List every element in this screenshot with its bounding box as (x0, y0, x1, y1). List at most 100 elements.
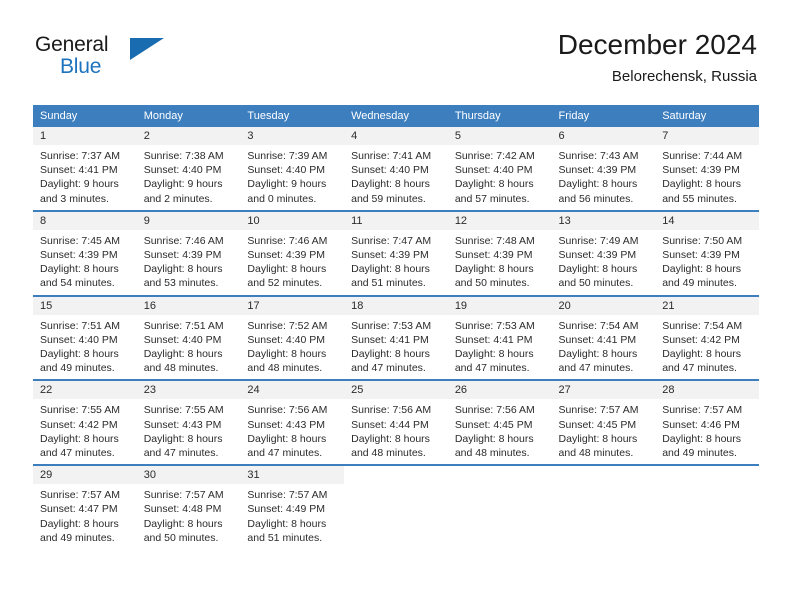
day-cell[interactable]: Sunrise: 7:57 AM Sunset: 4:48 PM Dayligh… (136, 484, 241, 550)
daylight-text-line1: Daylight: 8 hours (558, 348, 638, 361)
day-cell[interactable]: Sunrise: 7:39 AM Sunset: 4:40 PM Dayligh… (240, 145, 345, 210)
day-number[interactable]: 9 (136, 211, 241, 230)
sunrise-text: Sunrise: 7:37 AM (40, 150, 120, 162)
daylight-text-line2: and 51 minutes. (351, 277, 426, 290)
day-number[interactable]: 3 (240, 127, 345, 145)
day-number[interactable]: 28 (655, 381, 759, 400)
day-cell[interactable]: Sunrise: 7:46 AM Sunset: 4:39 PM Dayligh… (136, 229, 241, 295)
day-number[interactable]: 19 (447, 296, 552, 315)
day-number[interactable]: 31 (240, 466, 345, 485)
week-2-details: Sunrise: 7:45 AM Sunset: 4:39 PM Dayligh… (33, 229, 759, 295)
daylight-text-line1: Daylight: 8 hours (40, 263, 119, 276)
sunset-text: Sunset: 4:39 PM (351, 249, 429, 262)
day-cell[interactable]: Sunrise: 7:50 AM Sunset: 4:39 PM Dayligh… (655, 229, 759, 295)
day-number[interactable]: 13 (551, 211, 656, 230)
day-cell[interactable]: Sunrise: 7:46 AM Sunset: 4:39 PM Dayligh… (240, 229, 345, 295)
day-number[interactable]: 27 (551, 381, 656, 400)
day-cell[interactable]: Sunrise: 7:57 AM Sunset: 4:45 PM Dayligh… (551, 399, 656, 465)
day-cell[interactable]: Sunrise: 7:41 AM Sunset: 4:40 PM Dayligh… (344, 145, 448, 210)
daylight-text-line2: and 47 minutes. (143, 447, 219, 460)
day-number[interactable]: 18 (344, 296, 448, 315)
day-cell[interactable]: Sunrise: 7:57 AM Sunset: 4:47 PM Dayligh… (33, 484, 137, 550)
day-cell[interactable]: Sunrise: 7:43 AM Sunset: 4:39 PM Dayligh… (551, 145, 656, 210)
week-5-daynumbers: 29 30 31 (33, 466, 759, 485)
day-cell[interactable]: Sunrise: 7:51 AM Sunset: 4:40 PM Dayligh… (33, 314, 137, 380)
day-cell[interactable]: Sunrise: 7:56 AM Sunset: 4:45 PM Dayligh… (447, 399, 552, 465)
day-cell[interactable]: Sunrise: 7:55 AM Sunset: 4:43 PM Dayligh… (136, 399, 241, 465)
daylight-text-line2: and 51 minutes. (247, 531, 323, 544)
day-number[interactable]: 7 (655, 127, 759, 145)
daylight-text-line2: and 59 minutes. (351, 192, 426, 205)
sunrise-text: Sunrise: 7:57 AM (662, 404, 743, 417)
daylight-text-line1: Daylight: 8 hours (247, 432, 327, 445)
day-number[interactable]: 4 (344, 127, 448, 145)
day-cell[interactable]: Sunrise: 7:51 AM Sunset: 4:40 PM Dayligh… (136, 314, 241, 380)
sunrise-text: Sunrise: 7:47 AM (351, 234, 432, 247)
daylight-text-line1: Daylight: 8 hours (454, 348, 534, 361)
sunset-text: Sunset: 4:40 PM (351, 164, 429, 177)
day-cell[interactable]: Sunrise: 7:48 AM Sunset: 4:39 PM Dayligh… (447, 229, 552, 295)
day-cell[interactable]: Sunrise: 7:49 AM Sunset: 4:39 PM Dayligh… (551, 229, 656, 295)
day-cell[interactable]: Sunrise: 7:57 AM Sunset: 4:46 PM Dayligh… (655, 399, 759, 465)
day-cell[interactable]: Sunrise: 7:54 AM Sunset: 4:42 PM Dayligh… (655, 314, 759, 380)
day-number[interactable]: 26 (447, 381, 552, 400)
day-cell[interactable]: Sunrise: 7:55 AM Sunset: 4:42 PM Dayligh… (33, 399, 137, 465)
day-number[interactable]: 21 (655, 296, 759, 315)
daylight-text-line2: and 47 minutes. (40, 447, 115, 460)
weekday-header-wednesday: Wednesday (344, 105, 448, 127)
day-cell[interactable]: Sunrise: 7:54 AM Sunset: 4:41 PM Dayligh… (551, 314, 656, 380)
day-number[interactable]: 1 (33, 127, 137, 145)
day-number[interactable]: 14 (655, 211, 759, 230)
week-3-daynumbers: 15 16 17 18 19 20 21 (33, 296, 759, 315)
day-number[interactable]: 8 (33, 211, 137, 230)
daylight-text-line1: Daylight: 8 hours (662, 178, 742, 191)
sunset-text: Sunset: 4:41 PM (351, 333, 429, 346)
daylight-text-line1: Daylight: 9 hours (143, 178, 223, 191)
logo-text-blue: Blue (60, 55, 102, 78)
day-number[interactable]: 2 (136, 127, 241, 145)
day-cell[interactable]: Sunrise: 7:38 AM Sunset: 4:40 PM Dayligh… (136, 145, 241, 210)
day-cell[interactable]: Sunrise: 7:37 AM Sunset: 4:41 PM Dayligh… (33, 145, 137, 210)
sunrise-text: Sunrise: 7:48 AM (454, 234, 535, 247)
sunset-text: Sunset: 4:43 PM (143, 418, 222, 431)
day-number[interactable]: 12 (447, 211, 552, 230)
daylight-text-line1: Daylight: 8 hours (40, 348, 119, 361)
sunset-text: Sunset: 4:40 PM (40, 333, 118, 346)
day-cell[interactable]: Sunrise: 7:53 AM Sunset: 4:41 PM Dayligh… (447, 314, 552, 380)
day-number[interactable]: 16 (136, 296, 241, 315)
day-cell[interactable]: Sunrise: 7:57 AM Sunset: 4:49 PM Dayligh… (240, 484, 345, 550)
day-number[interactable]: 15 (33, 296, 137, 315)
day-cell[interactable]: Sunrise: 7:56 AM Sunset: 4:44 PM Dayligh… (344, 399, 448, 465)
day-cell[interactable]: Sunrise: 7:42 AM Sunset: 4:40 PM Dayligh… (447, 145, 552, 210)
day-cell[interactable]: Sunrise: 7:44 AM Sunset: 4:39 PM Dayligh… (655, 145, 759, 210)
day-number[interactable]: 30 (136, 466, 241, 485)
day-number[interactable]: 10 (240, 211, 345, 230)
day-cell[interactable]: Sunrise: 7:53 AM Sunset: 4:41 PM Dayligh… (344, 314, 448, 380)
day-cell[interactable]: Sunrise: 7:47 AM Sunset: 4:39 PM Dayligh… (344, 229, 448, 295)
day-cell[interactable]: Sunrise: 7:45 AM Sunset: 4:39 PM Dayligh… (33, 229, 137, 295)
sunset-text: Sunset: 4:41 PM (558, 333, 637, 346)
day-number[interactable]: 5 (447, 127, 552, 145)
day-number[interactable]: 29 (33, 466, 137, 485)
sunset-text: Sunset: 4:46 PM (662, 418, 740, 431)
daylight-text-line1: Daylight: 8 hours (247, 348, 327, 361)
sunrise-text: Sunrise: 7:57 AM (40, 489, 120, 502)
day-number[interactable]: 6 (551, 127, 656, 145)
general-blue-logo[interactable]: General Blue (35, 33, 175, 85)
sunrise-text: Sunrise: 7:39 AM (247, 150, 328, 162)
day-number[interactable]: 11 (344, 211, 448, 230)
day-number[interactable]: 20 (551, 296, 656, 315)
day-cell[interactable]: Sunrise: 7:56 AM Sunset: 4:43 PM Dayligh… (240, 399, 345, 465)
daylight-text-line1: Daylight: 8 hours (247, 517, 327, 530)
day-number[interactable]: 22 (33, 381, 137, 400)
sunset-text: Sunset: 4:39 PM (40, 249, 118, 262)
day-number[interactable]: 25 (344, 381, 448, 400)
day-number[interactable]: 23 (136, 381, 241, 400)
daylight-text-line2: and 48 minutes. (558, 447, 634, 460)
daylight-text-line1: Daylight: 8 hours (351, 263, 430, 276)
week-4-daynumbers: 22 23 24 25 26 27 28 (33, 381, 759, 400)
week-5-details: Sunrise: 7:57 AM Sunset: 4:47 PM Dayligh… (33, 484, 759, 550)
day-cell[interactable]: Sunrise: 7:52 AM Sunset: 4:40 PM Dayligh… (240, 314, 345, 380)
day-number[interactable]: 17 (240, 296, 345, 315)
day-number[interactable]: 24 (240, 381, 345, 400)
